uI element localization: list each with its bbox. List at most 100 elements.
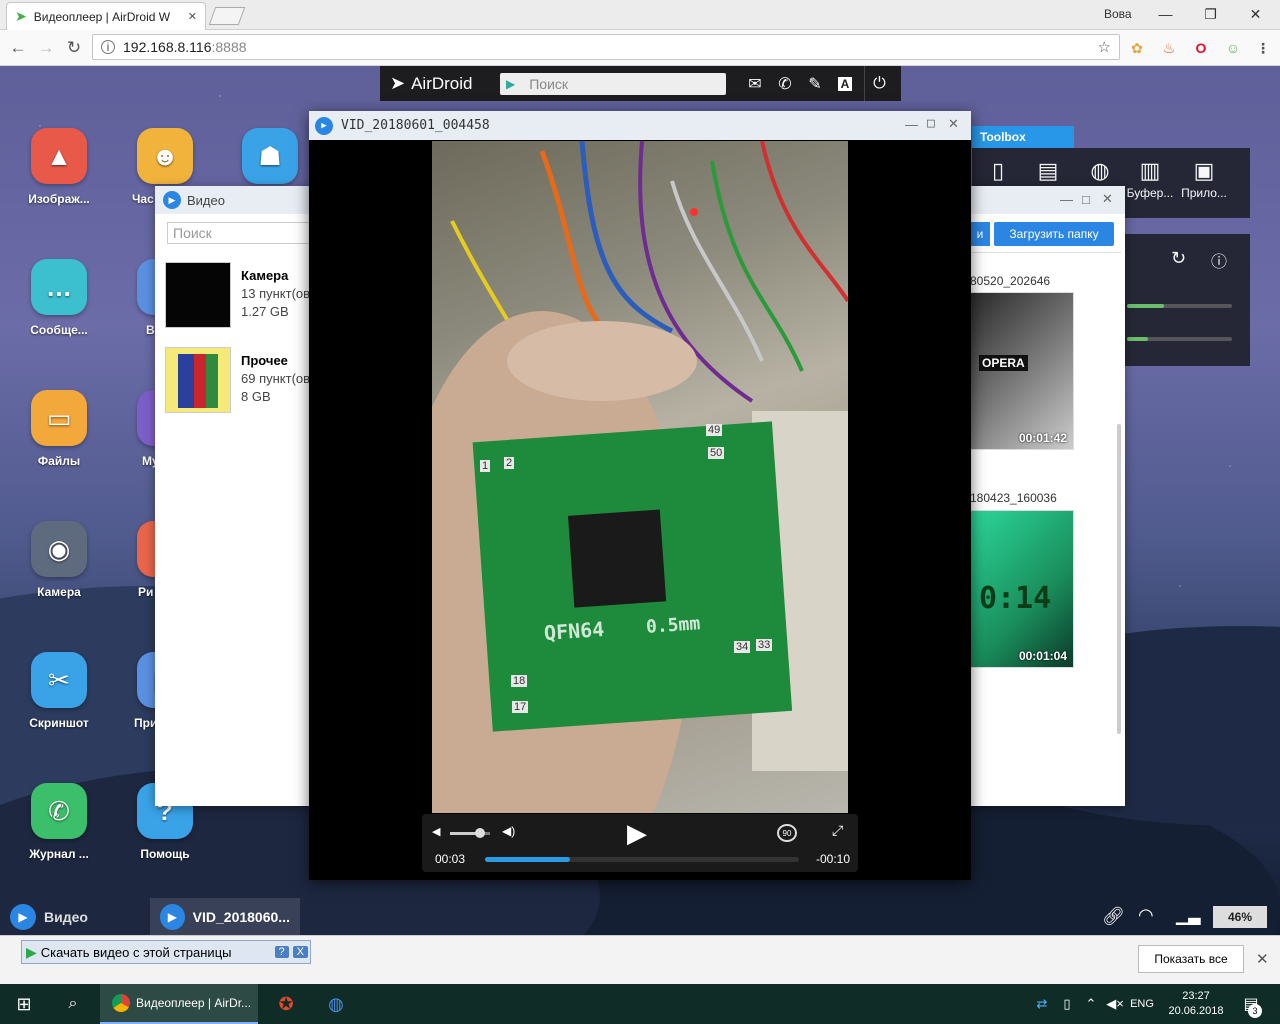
refresh-icon[interactable]: ↻ [1171, 248, 1186, 269]
message-icon[interactable]: ✉ [740, 66, 770, 101]
pin-label: 2 [504, 457, 515, 469]
progress-bar[interactable] [485, 857, 799, 862]
notification-count-badge: 3 [1248, 1004, 1262, 1018]
video-minimize-button[interactable]: — [1060, 192, 1073, 207]
player-maximize-button[interactable]: □ [927, 116, 935, 131]
language-indicator[interactable]: ENG [1128, 984, 1156, 1024]
windows-start-icon[interactable]: ⊞ [0, 984, 48, 1024]
video-name: 80520_202646 [970, 274, 1051, 288]
chat-bubble-icon: … [31, 259, 87, 315]
opera-extension-icon[interactable]: O [1190, 37, 1212, 59]
desktop-icon-screenshot[interactable]: ✂ Скриншот [14, 652, 104, 730]
address-bar[interactable]: i 192.168.8.116:8888 ☆ [92, 34, 1120, 60]
call-icon[interactable]: ✆ [770, 66, 800, 101]
play-button[interactable]: ▶ [627, 818, 647, 849]
reload-icon[interactable]: ↻ [62, 36, 86, 60]
phone-device-icon: ▯ [991, 158, 1005, 183]
toolbox-apps[interactable]: ▣ Прило... [1178, 158, 1230, 200]
show-all-downloads-button[interactable]: Показать все [1138, 945, 1244, 973]
video-thumbnail[interactable]: OPERA 00:01:42 [970, 292, 1074, 450]
usb-tray-icon[interactable]: ▯ [1056, 984, 1078, 1024]
url-port: :8888 [211, 39, 247, 55]
android-extension-icon[interactable]: ☺ [1222, 37, 1244, 59]
download-helper-bar[interactable]: ▶ Скачать видео с этой страницы ? X [21, 940, 311, 964]
desktop-icon-contacts[interactable]: ☗ [225, 128, 315, 192]
power-icon[interactable]: ⏻ [864, 66, 894, 101]
helper-help-button[interactable]: ? [274, 946, 289, 958]
menu-icon[interactable]: ⋮ [1252, 37, 1274, 59]
fullscreen-icon[interactable]: ⤢ [832, 822, 843, 839]
player-close-button[interactable]: ✕ [948, 116, 959, 132]
toolbox-document[interactable]: ▤ [1022, 158, 1074, 186]
video-close-button[interactable]: ✕ [1102, 191, 1113, 207]
close-window-button[interactable]: ✕ [1233, 0, 1278, 28]
info-icon[interactable]: i [101, 40, 115, 54]
font-icon[interactable]: A [830, 66, 860, 101]
clock[interactable]: 23:27 20.06.2018 [1160, 984, 1232, 1024]
toolbox-phone[interactable]: ▯ [972, 158, 1024, 186]
toolbox-tab[interactable]: Toolbox [972, 126, 1074, 148]
link-icon[interactable]: 🔗︎ [1102, 906, 1125, 927]
chrome-icon [112, 994, 130, 1012]
airdroid-taskbar: ▶ Видео ▶ VID_2018060... [0, 898, 1280, 935]
close-downloads-bar-button[interactable]: ✕ [1256, 950, 1269, 968]
airdroid-search-input[interactable]: ▶ Поиск [500, 72, 726, 95]
desktop-icon-camera[interactable]: ◉ Камера [14, 521, 104, 599]
toolbox-globe[interactable]: ◍ [1074, 158, 1126, 186]
pen-icon[interactable]: ✎ [800, 66, 830, 101]
search-icon[interactable]: ⌕ [50, 984, 96, 1024]
video-task-icon: ▶ [10, 903, 36, 930]
back-icon[interactable]: ← [6, 36, 30, 60]
pin-label: 49 [706, 424, 723, 436]
video-search-input[interactable]: Поиск [167, 222, 317, 244]
close-tab-icon[interactable]: ✕ [188, 10, 197, 23]
game-app-icon[interactable]: ✪ [262, 984, 310, 1024]
album-camera[interactable]: Камера 13 пункт(ов 1.27 GB [165, 262, 315, 332]
phone-icon: ✆ [31, 783, 87, 839]
task-player[interactable]: ▶ VID_2018060... [149, 898, 300, 935]
task-video[interactable]: ▶ Видео [0, 898, 98, 935]
desktop-icon-files[interactable]: ▭ Файлы [14, 390, 104, 468]
video-frame[interactable]: QFN64 0.5mm 49 50 1 2 34 33 18 17 [432, 141, 848, 813]
player-minimize-button[interactable]: — [905, 117, 918, 132]
volume-max-icon[interactable]: ◀) [502, 824, 515, 838]
signal-icon: ▁▃ [1176, 908, 1201, 925]
video-maximize-button[interactable]: □ [1082, 192, 1090, 207]
video-list-scrollbar[interactable] [1117, 424, 1121, 734]
app-box-icon: ▣ [1193, 158, 1215, 183]
forward-icon[interactable]: → [34, 36, 58, 60]
rotate-icon[interactable]: 90 [777, 824, 797, 842]
album-other[interactable]: Прочее 69 пункт(ов 8 GB [165, 347, 315, 417]
folder-icon: ▭ [31, 390, 87, 446]
storage-bar-1 [1127, 304, 1232, 308]
video-thumbnail[interactable]: 0:14 00:01:04 [970, 510, 1074, 668]
volume-knob[interactable] [475, 828, 485, 838]
helper-close-button[interactable]: X [292, 946, 308, 958]
maximize-button[interactable]: ❐ [1188, 0, 1233, 28]
profile-name[interactable]: Вова [1104, 7, 1132, 21]
desktop-icon-images[interactable]: ▲ Изображ... [14, 128, 104, 206]
extension-puzzle-icon[interactable]: ✿ [1126, 37, 1148, 59]
minimize-button[interactable]: — [1143, 0, 1188, 28]
pin-label: 1 [480, 460, 491, 472]
toolbox-clipboard[interactable]: ▥ Буфер... [1124, 158, 1176, 200]
player-titlebar[interactable]: ▶ VID_20180601_004458 — □ ✕ [309, 111, 971, 140]
globe-app-icon[interactable]: ◍ [312, 984, 360, 1024]
volume-tray-icon[interactable]: ◀× [1104, 984, 1126, 1024]
info-circle-icon[interactable]: ⓘ [1211, 248, 1227, 272]
image-icon: ▲ [31, 128, 87, 184]
player-app-icon: ▶ [315, 116, 333, 135]
browser-tab[interactable]: ➤ Видеоплеер | AirDroid W ✕ [6, 2, 206, 30]
bookmark-star-icon[interactable]: ☆ [1098, 38, 1111, 56]
extension-fire-icon[interactable]: ♨ [1158, 37, 1180, 59]
mute-icon[interactable]: ◀ [432, 825, 440, 838]
chevron-up-icon[interactable]: ⌃ [1080, 984, 1102, 1024]
desktop-icon-messages[interactable]: … Сообще... [14, 259, 104, 337]
play-store-icon: ▶ [506, 76, 516, 91]
desktop-icon-call-log[interactable]: ✆ Журнал ... [14, 783, 104, 861]
upload-folder-button[interactable]: Загрузить папку [994, 222, 1114, 246]
video-content [432, 141, 848, 813]
upload-file-button[interactable]: и [970, 222, 990, 246]
taskbar-chrome-item[interactable]: Видеоплеер | AirDr... [100, 984, 258, 1024]
teamviewer-tray-icon[interactable]: ⇄ [1030, 984, 1054, 1024]
